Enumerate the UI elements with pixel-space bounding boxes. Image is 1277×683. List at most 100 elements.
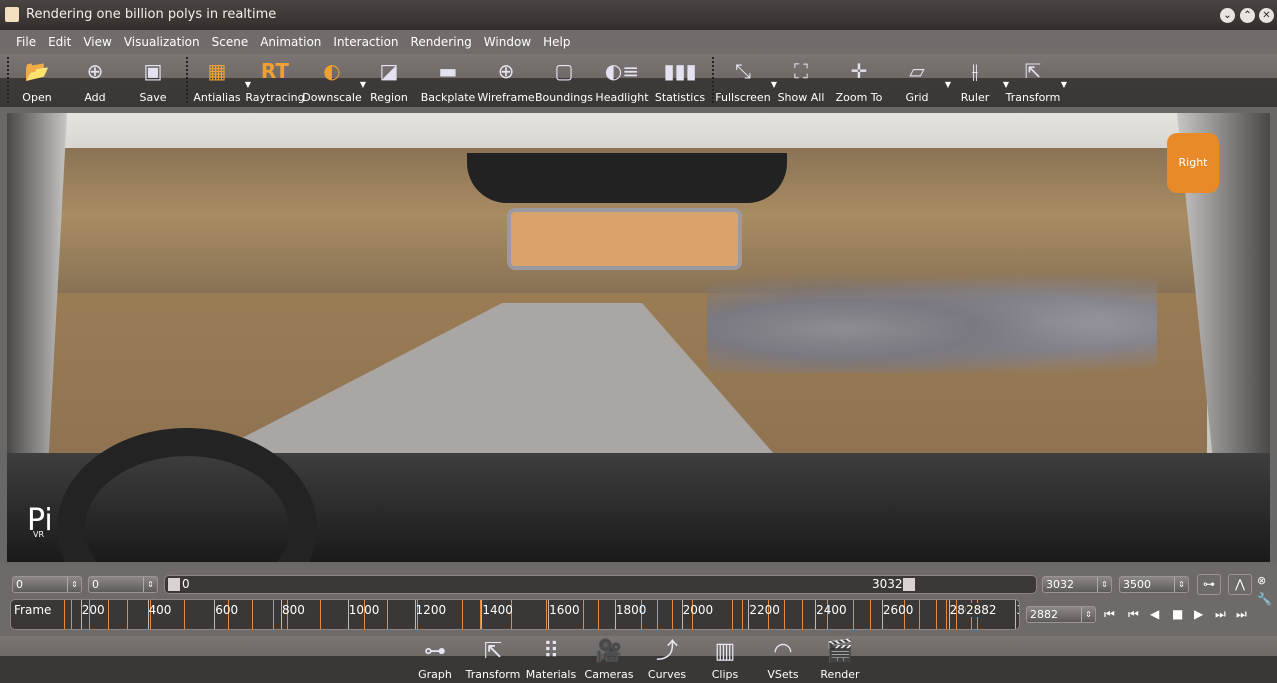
keyframe-marker[interactable] — [742, 600, 744, 629]
current-frame-spinbox[interactable]: 2882 ⇕ — [1026, 606, 1096, 623]
close-panel-icon[interactable]: ⊗ — [1257, 574, 1266, 587]
spin-arrows-icon[interactable]: ⇕ — [143, 577, 157, 592]
open-button[interactable]: 📂 Open — [7, 56, 67, 104]
antialias-button[interactable]: ▦ Antialias ▼ — [187, 56, 251, 104]
range-offset-spinbox[interactable]: 0 ⇕ — [88, 576, 158, 593]
menu-animation[interactable]: Animation — [260, 35, 321, 49]
menu-view[interactable]: View — [83, 35, 111, 49]
keyframe-marker[interactable] — [656, 600, 658, 629]
dock-curves-button[interactable]: ⤴ Curves — [635, 636, 699, 681]
wireframe-button[interactable]: ⊕ Wireframe — [476, 56, 536, 104]
menu-edit[interactable]: Edit — [48, 35, 71, 49]
range-start-spinbox[interactable]: 0 ⇕ — [12, 576, 82, 593]
range-handle-start[interactable] — [168, 578, 180, 591]
backplate-button[interactable]: ▬ Backplate — [418, 56, 478, 104]
menu-scene[interactable]: Scene — [212, 35, 249, 49]
keyframe-marker[interactable] — [108, 600, 110, 629]
keyframe-marker[interactable] — [945, 600, 947, 629]
range-max-spinbox[interactable]: 3500 ⇕ — [1119, 576, 1189, 593]
dock-cameras-button[interactable]: 🎥 Cameras — [577, 636, 641, 681]
keyframe-marker[interactable] — [546, 600, 548, 629]
keyframe-marker[interactable] — [802, 600, 804, 629]
dropdown-arrow-icon[interactable]: ▼ — [1061, 80, 1067, 89]
boulders — [707, 263, 1157, 373]
save-button[interactable]: ▣ Save — [123, 56, 183, 104]
transform-button[interactable]: ⇱ Transform ▼ — [1003, 56, 1067, 104]
keyframe-marker[interactable] — [598, 600, 600, 629]
keyframe-marker[interactable] — [853, 600, 855, 629]
menu-interaction[interactable]: Interaction — [333, 35, 398, 49]
dock-materials-button[interactable]: ⠿ Materials — [519, 636, 583, 681]
keyframe-marker[interactable] — [386, 600, 388, 629]
close-button[interactable]: ✕ — [1259, 8, 1274, 23]
keyframe-marker[interactable] — [71, 600, 73, 629]
keyframe-marker[interactable] — [127, 600, 129, 629]
keyframe-marker[interactable] — [461, 600, 463, 629]
navigation-cube[interactable]: Right — [1167, 133, 1219, 193]
go-to-start-icon[interactable]: ⏮ — [1104, 607, 1115, 622]
keyframe-marker[interactable] — [183, 600, 185, 629]
grid-button[interactable]: ▱ Grid ▼ — [887, 56, 951, 104]
toolbar-label: Downscale — [302, 91, 362, 104]
dock-label: Clips — [711, 668, 739, 681]
keyframe-marker[interactable] — [64, 600, 66, 629]
downscale-button[interactable]: ◐ Downscale ▼ — [302, 56, 366, 104]
statistics-button[interactable]: ▮▮▮ Statistics — [650, 56, 710, 104]
toolbar-label: Backplate — [420, 91, 476, 104]
range-handle-end[interactable] — [903, 578, 915, 591]
headlight-button[interactable]: ◐≡ Headlight — [592, 56, 652, 104]
timeline-label: Frame — [14, 603, 52, 617]
spin-arrows-icon[interactable]: ⇕ — [67, 577, 81, 592]
go-to-end-icon[interactable]: ⏭ — [1236, 607, 1247, 622]
stop-icon[interactable]: ■ — [1172, 607, 1183, 621]
next-key-icon[interactable]: ⏭ — [1215, 607, 1226, 622]
fullscreen-button[interactable]: ⤡ Fullscreen ▼ — [713, 56, 777, 104]
ruler-button[interactable]: ⫲ Ruler ▼ — [945, 56, 1009, 104]
range-end-spinbox[interactable]: 3032 ⇕ — [1042, 576, 1112, 593]
keyframe-marker[interactable] — [784, 600, 786, 629]
dock-graph-button[interactable]: ⊶ Graph — [403, 636, 467, 681]
play-icon[interactable]: ▶ — [1194, 607, 1203, 621]
keyframe-marker[interactable] — [671, 600, 673, 629]
range-slider[interactable]: 0 3032 — [164, 575, 1037, 594]
add-button[interactable]: ⊕ Add — [65, 56, 125, 104]
menu-help[interactable]: Help — [543, 35, 570, 49]
menu-window[interactable]: Window — [484, 35, 531, 49]
spin-arrows-icon[interactable]: ⇕ — [1174, 577, 1188, 592]
keyframe-marker[interactable] — [320, 600, 322, 629]
toolbar-label: Save — [139, 91, 167, 104]
menu-rendering[interactable]: Rendering — [411, 35, 472, 49]
keyframe-marker[interactable] — [869, 600, 871, 629]
boundings-button[interactable]: ▢ Boundings — [534, 56, 594, 104]
3d-viewport[interactable]: Right Pi VR — [7, 113, 1270, 562]
maximize-button[interactable]: ⌃ — [1240, 8, 1255, 23]
curve-editor-icon[interactable]: ⋀ — [1228, 574, 1252, 595]
dock-clips-button[interactable]: ▥ Clips — [693, 636, 757, 681]
keyframe-marker[interactable] — [918, 600, 920, 629]
dock-vsets-button[interactable]: ◠ VSets — [751, 636, 815, 681]
toolbar-label: Add — [84, 91, 106, 104]
keyframe-marker[interactable] — [273, 600, 275, 629]
previous-key-icon[interactable]: ⏮ — [1128, 607, 1139, 622]
keyframe-marker[interactable] — [251, 600, 253, 629]
raytracing-button[interactable]: RT Raytracing — [245, 56, 305, 104]
wrench-icon[interactable]: 🔧 — [1257, 592, 1272, 606]
minimize-button[interactable]: ⌄ — [1220, 8, 1235, 23]
menu-visualization[interactable]: Visualization — [124, 35, 200, 49]
region-button[interactable]: ◪ Region — [359, 56, 419, 104]
key-icon[interactable]: ⊶ — [1197, 574, 1221, 595]
dock-render-button[interactable]: 🎬 Render — [808, 636, 872, 681]
spin-arrows-icon[interactable]: ⇕ — [1081, 607, 1095, 622]
spin-arrows-icon[interactable]: ⇕ — [1097, 577, 1111, 592]
play-reverse-icon[interactable]: ◀ — [1150, 607, 1159, 621]
timeline[interactable]: Frame 200 400 600 800 1000 1200 1400 1600 1800 20… — [10, 599, 1020, 630]
menu-file[interactable]: File — [16, 35, 36, 49]
show-all-button[interactable]: ⛶ Show All — [771, 56, 831, 104]
keyframe-marker[interactable] — [732, 600, 733, 629]
keyframe-marker[interactable] — [583, 600, 585, 629]
keyframe-marker[interactable] — [935, 600, 937, 629]
dock-transform-button[interactable]: ⇱ Transform — [461, 636, 525, 681]
current-frame-indicator[interactable]: 2882 — [966, 603, 997, 617]
zoom-to-button[interactable]: ✛ Zoom To — [829, 56, 889, 104]
downscale-icon: ◐ — [323, 59, 341, 83]
